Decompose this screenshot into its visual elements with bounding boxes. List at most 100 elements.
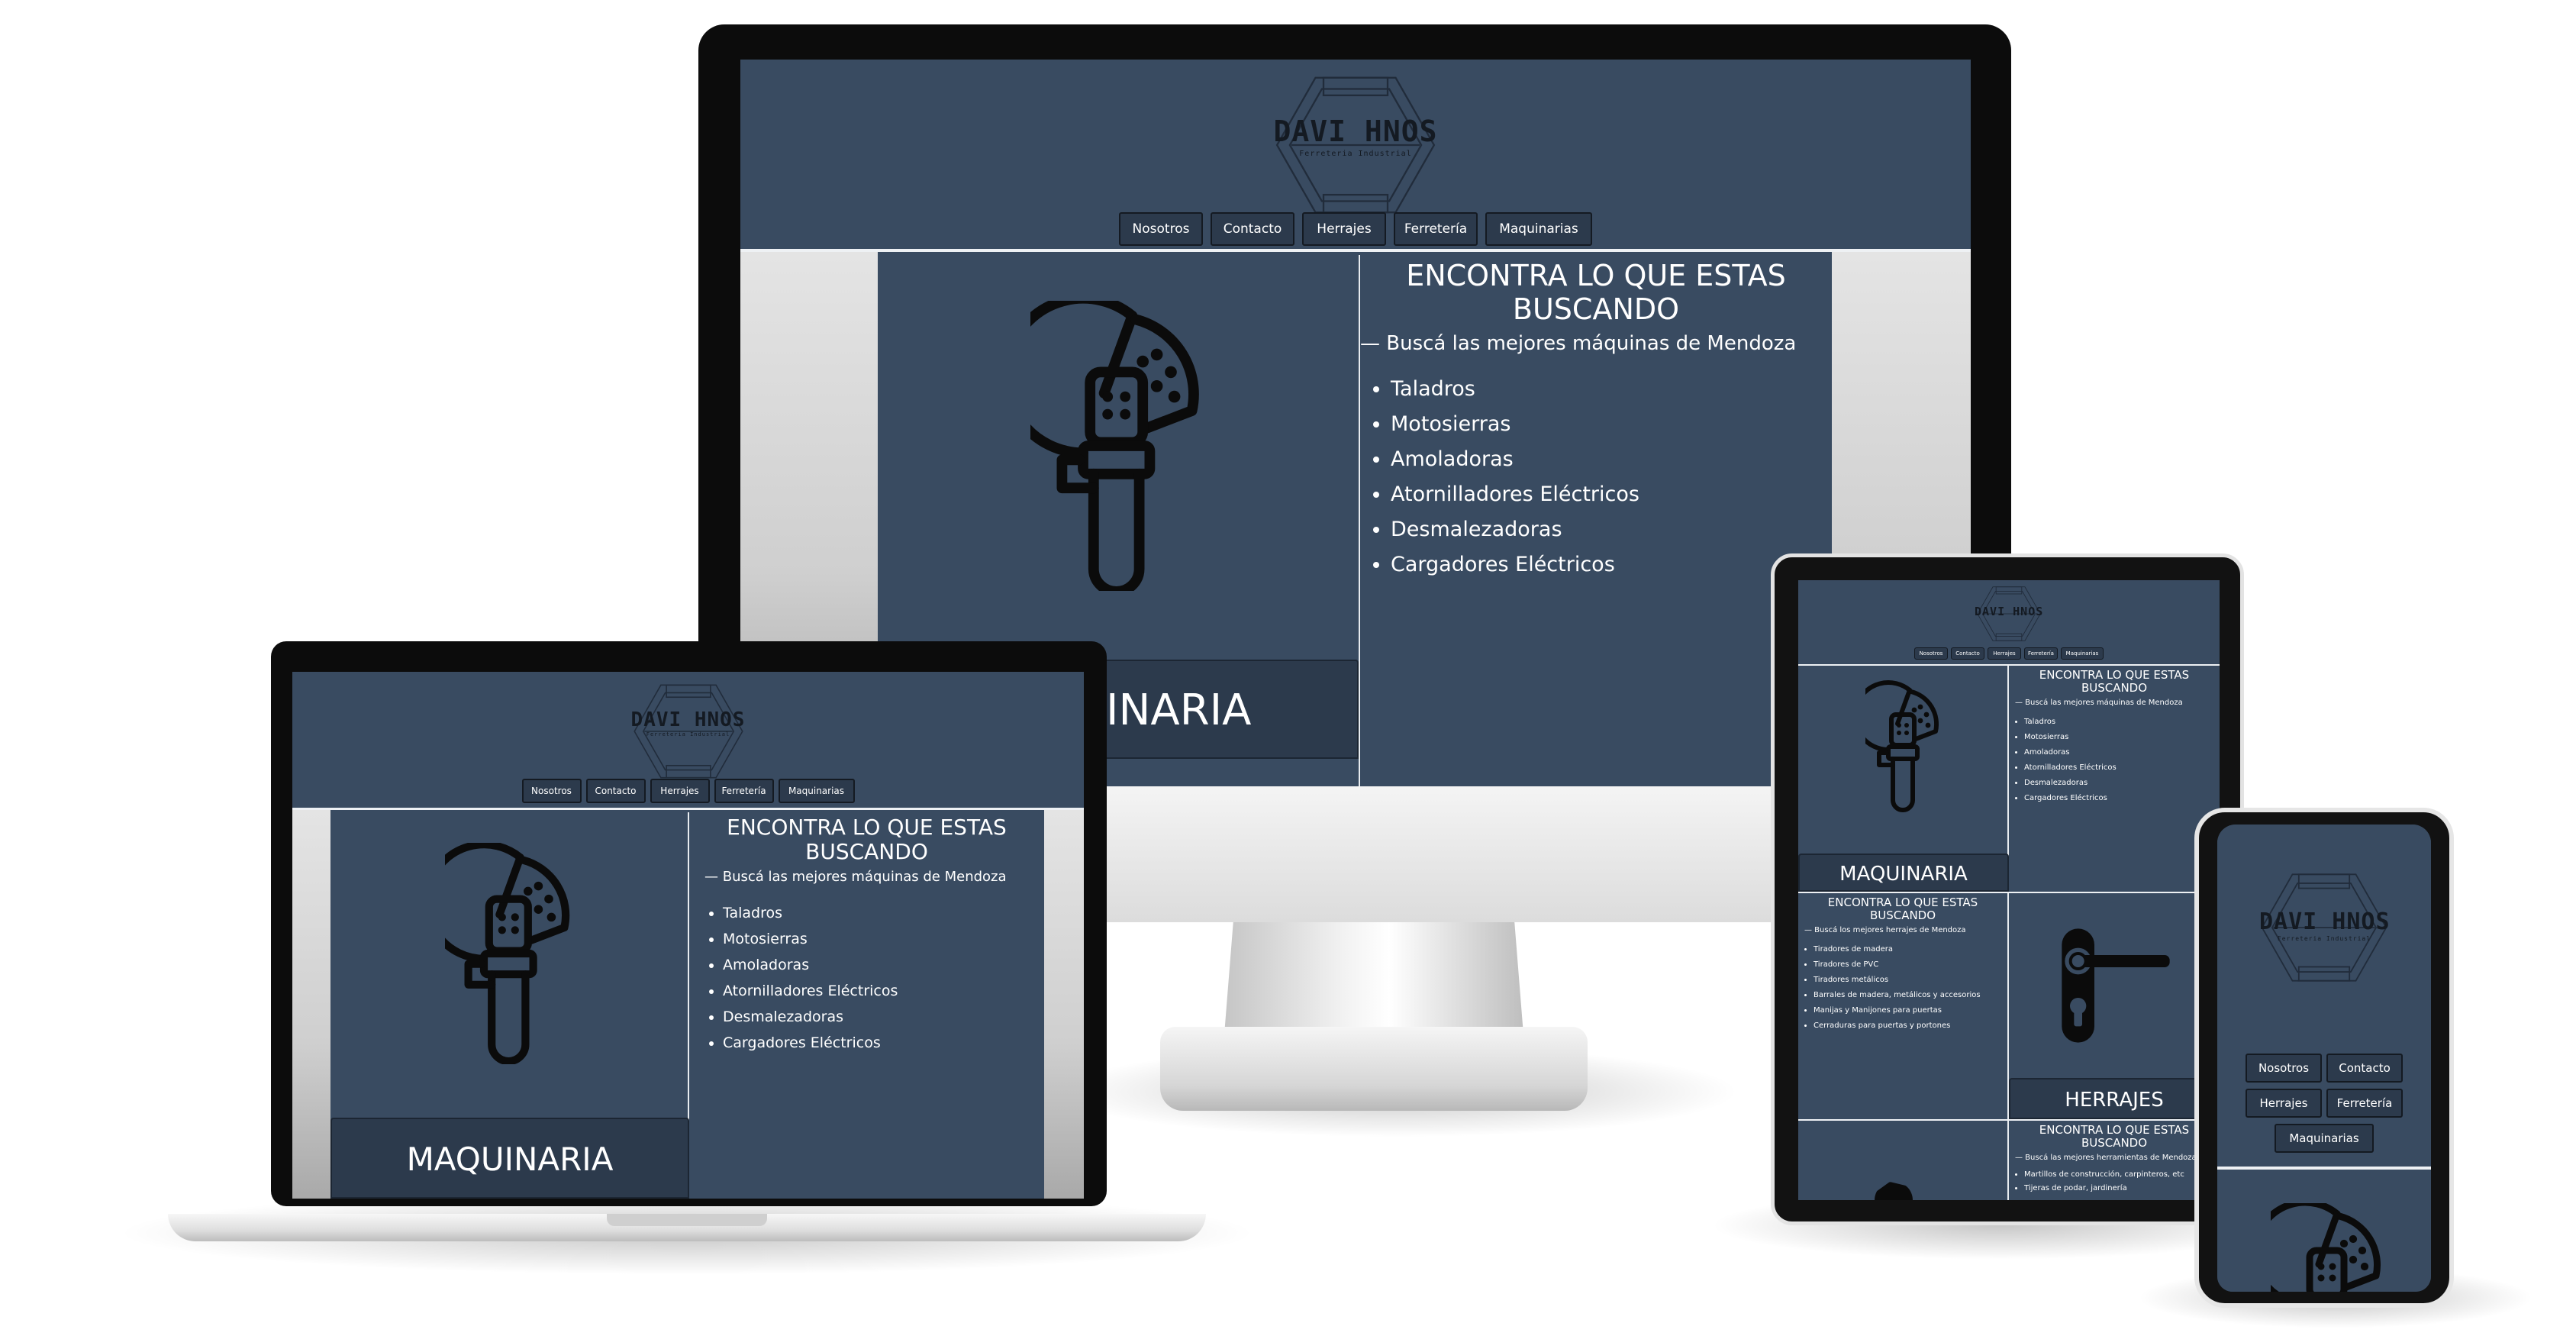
- main-nav: Nosotros Contacto Herrajes Ferretería Ma…: [2233, 1054, 2416, 1153]
- maquinaria-subheading: — Buscá las mejores máquinas de Mendoza: [1360, 332, 1797, 356]
- list-item: Desmalezadoras: [723, 1004, 1044, 1030]
- list-item: Atornilladores Eléctricos: [723, 978, 1044, 1004]
- site-header: DAVI HNOS Ferreteria Industrial Nosotros…: [740, 60, 1971, 249]
- list-item: Tiradores de PVC: [1814, 957, 2007, 973]
- nav-contacto[interactable]: Contacto: [1211, 212, 1294, 246]
- nav-contacto[interactable]: Contacto: [2326, 1054, 2403, 1083]
- list-item: Amoladoras: [1391, 442, 1832, 477]
- angle-grinder-icon: [445, 843, 575, 1064]
- maquinaria-category-tab[interactable]: MAQUINARIA: [330, 1118, 689, 1199]
- herrajes-subheading: — Buscá los mejores herrajes de Mendoza: [1804, 925, 1966, 934]
- laptop-notch: [607, 1214, 767, 1226]
- site-header: DAVI HNOS Nosotros Contacto Herrajes Fer…: [1798, 580, 2220, 664]
- maquinaria-info-panel: ENCONTRA LO QUE ESTAS BUSCANDO — Buscá l…: [1360, 255, 1832, 786]
- list-item: Amoladoras: [2024, 745, 2220, 760]
- site-header: DAVI HNOS Ferreteria Industrial Nosotros…: [2217, 825, 2431, 1167]
- list-item: Atornilladores Eléctricos: [1391, 477, 1832, 512]
- maquinaria-heading: ENCONTRA LO QUE ESTAS BUSCANDO: [1406, 259, 1786, 326]
- maquinaria-list: Taladros Motosierras Amoladoras Atornill…: [2009, 715, 2220, 806]
- list-item: Desmalezadoras: [1391, 512, 1832, 547]
- list-item: Motosierras: [723, 926, 1044, 952]
- ferreteria-subheading: — Buscá las mejores herramientas de Mend…: [2015, 1153, 2197, 1162]
- list-item: Tiradores metálicos: [1814, 973, 2007, 988]
- list-item: Manijas y Manijones para puertas: [1814, 1003, 2007, 1018]
- maquinaria-subheading: — Buscá las mejores máquinas de Mendoza: [2015, 698, 2183, 707]
- site-logo[interactable]: DAVI HNOS Ferreteria Industrial: [2259, 870, 2391, 985]
- list-item: Atornilladores Eléctricos: [2024, 760, 2220, 776]
- list-item: Amoladoras: [723, 952, 1044, 978]
- list-item: Motosierras: [2024, 730, 2220, 745]
- herrajes-category-tab[interactable]: HERRAJES: [2009, 1078, 2220, 1119]
- nav-nosotros[interactable]: Nosotros: [521, 779, 582, 803]
- maquinaria-category-tab[interactable]: MAQUINARIA: [1798, 854, 2009, 892]
- ferreteria-image-panel: [1798, 1121, 2009, 1200]
- list-item: Desmalezadoras: [2024, 776, 2220, 791]
- nav-nosotros[interactable]: Nosotros: [1119, 212, 1203, 246]
- list-item: Martillos de construcción, carpinteros, …: [2024, 1168, 2220, 1182]
- site-logo[interactable]: DAVI HNOS: [1975, 583, 2043, 644]
- logo-subtitle: Ferreteria Industrial: [1299, 150, 1412, 158]
- main-nav: Nosotros Contacto Herrajes Ferretería Ma…: [740, 212, 1971, 246]
- tablet-screen: DAVI HNOS Nosotros Contacto Herrajes Fer…: [1798, 580, 2220, 1200]
- list-item: Cerraduras para puertas y portones: [1814, 1018, 2007, 1034]
- left-gutter: [292, 810, 330, 1199]
- logo-title: DAVI HNOS: [1273, 115, 1438, 148]
- category-label: MAQUINARIA: [406, 1141, 614, 1178]
- maquinaria-category-tab[interactable]: UINARIA: [1069, 660, 1359, 759]
- main-nav: Nosotros Contacto Herrajes Ferretería Ma…: [1798, 647, 2220, 660]
- nav-ferreteria[interactable]: Ferretería: [2326, 1089, 2403, 1118]
- nav-herrajes[interactable]: Herrajes: [2246, 1089, 2322, 1118]
- nav-maquinarias[interactable]: Maquinarias: [2275, 1124, 2374, 1153]
- ferreteria-info-panel: ENCONTRA LO QUE ESTAS BUSCANDO — Buscá l…: [2009, 1121, 2220, 1200]
- main-nav: Nosotros Contacto Herrajes Ferretería Ma…: [292, 779, 1084, 803]
- nav-herrajes[interactable]: Herrajes: [650, 779, 710, 803]
- nav-nosotros[interactable]: Nosotros: [2246, 1054, 2322, 1083]
- maquinaria-info-panel: ENCONTRA LO QUE ESTAS BUSCANDO — Buscá l…: [2009, 666, 2220, 892]
- list-item: Cargadores Eléctricos: [2024, 791, 2220, 806]
- nav-contacto[interactable]: Contacto: [1951, 647, 1984, 660]
- angle-grinder-icon: [1865, 678, 1942, 815]
- nav-maquinarias[interactable]: Maquinarias: [1485, 212, 1592, 246]
- list-item: Motosierras: [1391, 407, 1832, 442]
- herrajes-image-panel: HERRAJES: [2009, 893, 2220, 1119]
- nav-ferreteria[interactable]: Ferretería: [2024, 647, 2058, 660]
- maquinaria-heading: ENCONTRA LO QUE ESTAS BUSCANDO: [2039, 668, 2190, 695]
- nav-maquinarias[interactable]: Maquinarias: [778, 779, 855, 803]
- laptop-screen: DAVI HNOS Ferreteria Industrial Nosotros…: [292, 672, 1084, 1199]
- site-logo[interactable]: DAVI HNOS Ferreteria Industrial: [1268, 69, 1443, 221]
- list-item: Cargadores Eléctricos: [723, 1030, 1044, 1056]
- nav-ferreteria[interactable]: Ferretería: [1394, 212, 1478, 246]
- list-item: Tijeras de podar, jardinería: [2024, 1182, 2220, 1196]
- site-logo[interactable]: DAVI HNOS Ferreteria Industrial: [627, 678, 750, 785]
- maquinaria-list: Taladros Motosierras Amoladoras Atornill…: [689, 900, 1044, 1056]
- maquinaria-subheading: — Buscá las mejores máquinas de Mendoza: [704, 869, 1007, 886]
- ferreteria-heading: ENCONTRA LO QUE ESTAS BUSCANDO: [2039, 1123, 2190, 1150]
- header-divider: [740, 249, 1971, 252]
- list-item: Cargadores Eléctricos: [1391, 547, 1832, 582]
- maquinaria-image-panel: [2217, 1170, 2431, 1292]
- herrajes-info-panel: ENCONTRA LO QUE ESTAS BUSCANDO — Buscá l…: [1798, 893, 2009, 1119]
- logo-title: DAVI HNOS: [2259, 908, 2391, 935]
- list-item: Taladros: [1391, 372, 1832, 407]
- nav-ferreteria[interactable]: Ferretería: [714, 779, 774, 803]
- herrajes-list: Tiradores de madera Tiradores de PVC Tir…: [1798, 942, 2007, 1034]
- header-divider: [292, 808, 1084, 810]
- nav-herrajes[interactable]: Herrajes: [1988, 647, 2021, 660]
- hammer-icon: [1875, 1182, 1913, 1200]
- list-item: Taladros: [723, 900, 1044, 926]
- nav-maquinarias[interactable]: Maquinarias: [2061, 647, 2104, 660]
- logo-subtitle: Ferreteria Industrial: [2277, 935, 2371, 942]
- logo-title: DAVI HNOS: [630, 708, 746, 731]
- nav-nosotros[interactable]: Nosotros: [1914, 647, 1948, 660]
- list-item: Tiradores de madera: [1814, 942, 2007, 957]
- monitor-stand-base: [1160, 1027, 1588, 1111]
- right-gutter: [1044, 810, 1084, 1199]
- phone-screen: DAVI HNOS Ferreteria Industrial Nosotros…: [2217, 825, 2431, 1292]
- herrajes-heading: ENCONTRA LO QUE ESTAS BUSCANDO: [1827, 896, 1978, 923]
- list-item: Barrales de madera, metálicos y accesori…: [1814, 988, 2007, 1003]
- nav-herrajes[interactable]: Herrajes: [1302, 212, 1386, 246]
- maquinaria-image-panel: MAQUINARIA: [330, 812, 689, 1199]
- door-handle-icon: [2052, 921, 2174, 1050]
- nav-contacto[interactable]: Contacto: [585, 779, 646, 803]
- angle-grinder-icon: [2271, 1203, 2385, 1292]
